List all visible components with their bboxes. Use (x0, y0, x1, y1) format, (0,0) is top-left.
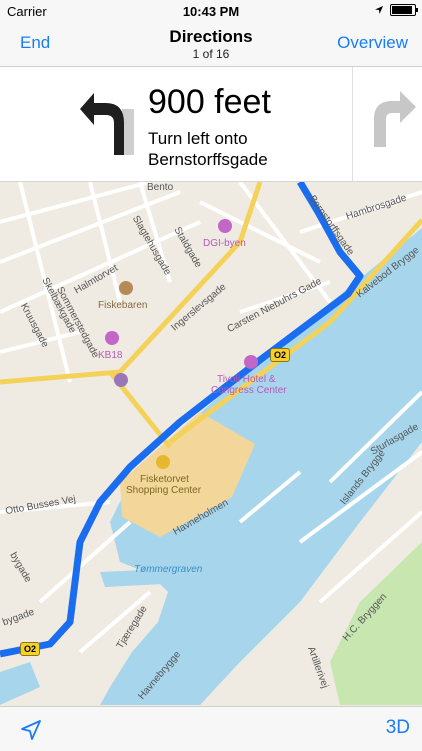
poi-label[interactable]: Congress Center (211, 385, 287, 396)
poi-label[interactable]: Fiskebaren (98, 300, 147, 311)
route-shield: O2 (20, 642, 41, 656)
turn-left-arrow-icon (80, 93, 134, 155)
panel-divider (352, 67, 353, 181)
poi-label[interactable]: Fisketorvet (140, 474, 189, 485)
location-arrow-icon[interactable] (20, 719, 42, 741)
location-services-icon (375, 6, 383, 14)
poi-label[interactable]: Tivoli Hotel & (217, 374, 276, 385)
battery-icon (390, 4, 418, 16)
route-shield: O2 (270, 348, 291, 362)
poi-label[interactable]: DGI-byen (203, 238, 246, 249)
instruction-text: Turn left onto (148, 129, 248, 148)
status-time: 10:43 PM (182, 4, 240, 19)
bottom-toolbar: 3D (0, 706, 422, 751)
next-turn-right-arrow-icon[interactable] (360, 87, 416, 147)
overview-button[interactable]: Overview (337, 33, 408, 53)
water-label: Tømmergraven (134, 564, 203, 575)
street-name: Bernstorffsgade (148, 150, 268, 169)
poi-label[interactable]: KB18 (98, 350, 122, 361)
status-bar: Carrier 10:43 PM (0, 0, 422, 22)
3d-button[interactable]: 3D (386, 717, 410, 739)
instruction-panel[interactable]: 900 feet Turn left onto Bernstorffsgade (0, 67, 422, 182)
map-view[interactable]: Bento Hambrosgade Bernstorffsgade Halmto… (0, 182, 422, 705)
street-label: Bento (147, 182, 174, 193)
navigation-bar: End Directions 1 of 16 Overview (0, 22, 422, 67)
distance-label: 900 feet (148, 83, 271, 121)
poi-label[interactable]: Shopping Center (126, 485, 201, 496)
status-indicators (374, 4, 418, 16)
